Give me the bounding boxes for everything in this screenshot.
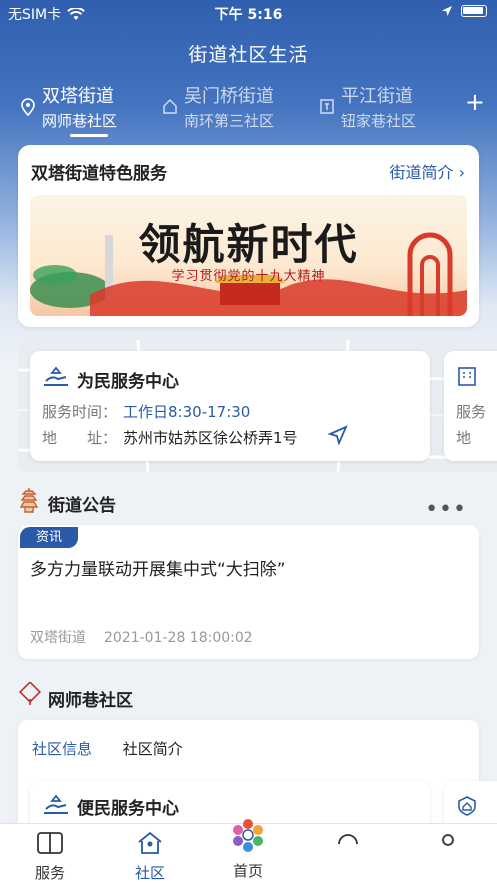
page-title: 街道社区生活	[188, 44, 309, 66]
street-tab-pingjiang[interactable]: 平江街道 钮家巷社区	[320, 82, 417, 131]
tab-community[interactable]: 社区	[115, 830, 185, 883]
tab-profile[interactable]	[313, 830, 383, 860]
service-address-row: 地 址： 苏州市姑苏区徐公桥弄1号	[42, 427, 298, 448]
location-pin-icon	[21, 98, 35, 116]
location-arrow-icon	[442, 6, 452, 16]
promo-banner[interactable]: 领航新时代 学习贯彻党的十九大精神	[30, 195, 467, 316]
pagoda-icon	[19, 488, 39, 513]
banner-subtitle: 学习贯彻党的十九大精神	[171, 269, 326, 284]
notice-title: 多方力量联动开展集中式“大扫除”	[30, 560, 286, 580]
house-icon	[163, 98, 177, 114]
notice-date: 2021-01-28 18:00:02	[104, 630, 253, 646]
building-icon	[458, 367, 476, 386]
service-hours-label: 服务时间：	[42, 403, 118, 421]
next-service-address-label: 地	[456, 429, 472, 447]
street-intro-link[interactable]: 街道简介 ›	[389, 159, 465, 183]
status-right	[441, 5, 487, 17]
community-section-title: 网师巷社区	[48, 691, 133, 711]
notices-section-title: 街道公告	[48, 496, 116, 516]
street-tabs: 双塔街道 网师巷社区 吴门桥街道 南环第三社区 平江街道 钮家巷社区	[0, 82, 497, 137]
user-icon	[442, 834, 454, 846]
notice-card[interactable]: 资讯 多方力量联动开展集中式“大扫除” 双塔街道 2021-01-28 18:00…	[18, 525, 479, 659]
next-service-hours-label: 服务	[456, 403, 487, 421]
street-name: 平江街道	[341, 86, 413, 107]
tab-community-label: 社区	[134, 864, 165, 882]
feature-title: 双塔街道特色服务	[31, 164, 167, 184]
chinese-knot-icon	[18, 682, 42, 705]
tab-community-info[interactable]: 社区信息	[32, 738, 92, 759]
community-tabs: 社区信息 社区简介	[32, 738, 209, 759]
status-bar: 无SIM卡 下午 5:16	[0, 0, 497, 26]
home-logo-icon	[233, 819, 263, 852]
tab-user[interactable]	[413, 830, 483, 860]
notice-meta: 双塔街道 2021-01-28 18:00:02	[30, 627, 253, 647]
street-community: 南环第三社区	[184, 112, 275, 130]
street-name: 双塔街道	[42, 86, 114, 107]
service-center-card[interactable]: 为民服务中心 服务时间： 工作日8:30-17:30 地 址： 苏州市姑苏区徐公桥弄…	[30, 351, 430, 461]
bottom-tab-bar: 服务 社区 首页	[0, 819, 497, 883]
banner-title: 领航新时代	[138, 220, 359, 269]
book-icon	[37, 832, 63, 854]
shield-home-icon	[458, 796, 476, 816]
street-name: 吴门桥街道	[184, 86, 274, 107]
profile-icon	[338, 834, 358, 845]
service-address-label: 地 址：	[42, 429, 118, 447]
add-street-button[interactable]: +	[465, 88, 485, 116]
tab-service[interactable]: 服务	[15, 830, 85, 883]
more-icon[interactable]: •••	[425, 497, 467, 522]
service-hand-icon	[44, 366, 68, 386]
service-hand-icon	[44, 794, 68, 814]
tab-home[interactable]: 首页	[213, 816, 283, 881]
notice-source: 双塔街道	[30, 630, 86, 646]
street-community: 网师巷社区	[42, 112, 118, 130]
service-hours-value: 工作日8:30-17:30	[123, 403, 251, 421]
convenience-service-title: 便民服务中心	[77, 799, 179, 819]
community-section-header: 网师巷社区	[18, 682, 133, 711]
street-intro-label: 街道简介	[389, 163, 454, 182]
service-center-title: 为民服务中心	[77, 372, 179, 392]
chevron-right-icon: ›	[458, 163, 465, 182]
tab-home-label: 首页	[232, 862, 263, 880]
building-icon	[320, 99, 334, 114]
status-time: 下午 5:16	[214, 7, 283, 23]
battery-icon	[461, 5, 487, 17]
street-tab-wumenqiao[interactable]: 吴门桥街道 南环第三社区	[163, 82, 275, 131]
service-address-value: 苏州市姑苏区徐公桥弄1号	[123, 429, 298, 447]
street-community: 钮家巷社区	[341, 112, 417, 130]
navigate-icon[interactable]	[328, 425, 348, 445]
service-hours-row: 服务时间： 工作日8:30-17:30	[42, 401, 250, 422]
street-tab-shuangta[interactable]: 双塔街道 网师巷社区	[21, 82, 118, 131]
feature-service-card: 双塔街道特色服务 街道简介 › 领航新时代 学习贯彻党的十九大精神	[18, 145, 479, 327]
next-service-card[interactable]: 服务 地	[444, 351, 497, 461]
tab-service-label: 服务	[34, 864, 65, 882]
tab-community-intro[interactable]: 社区简介	[123, 738, 183, 759]
active-tab-indicator	[70, 134, 108, 137]
news-badge: 资讯	[20, 527, 78, 548]
community-icon	[138, 831, 162, 854]
notices-section-header: 街道公告	[18, 488, 116, 516]
